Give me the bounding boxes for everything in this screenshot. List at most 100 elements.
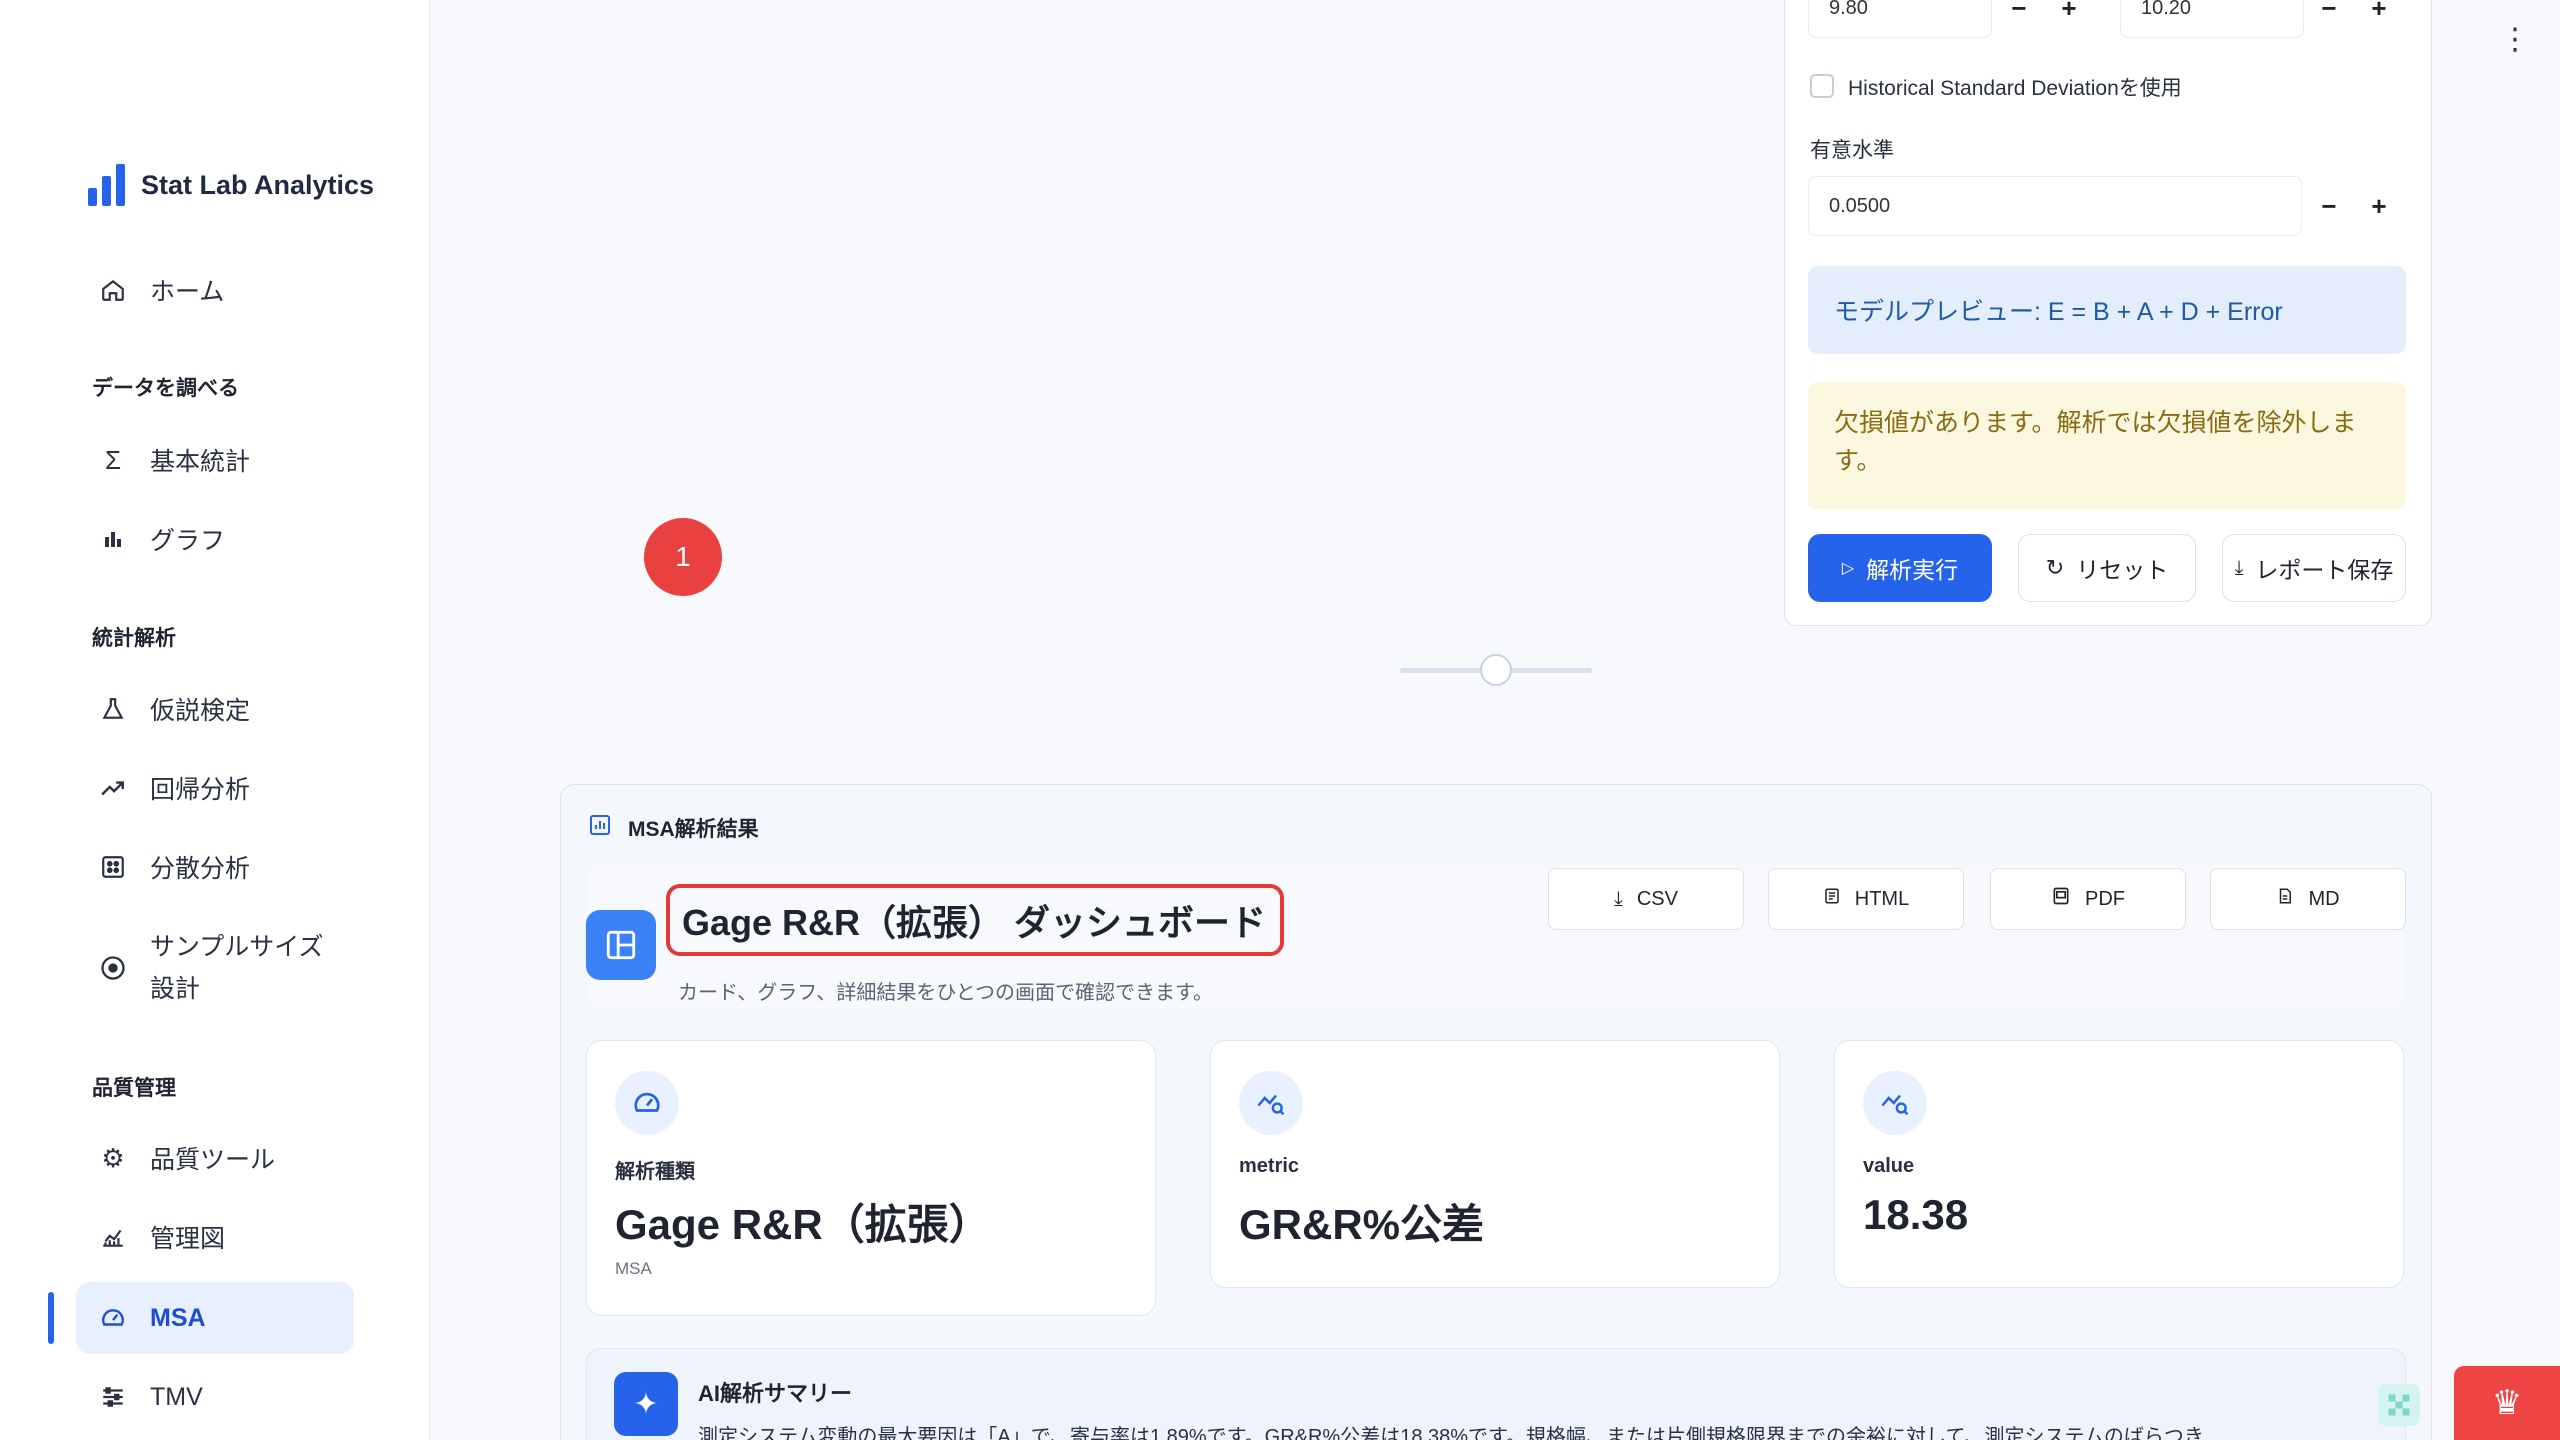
historical-sd-label: Historical Standard Deviationを使用 bbox=[1848, 77, 2182, 100]
results-header-label: MSA解析結果 bbox=[628, 818, 759, 841]
sidebar-item-label: 仮説検定 bbox=[150, 697, 251, 725]
save-report-button[interactable]: ⤓ レポート保存 bbox=[2222, 534, 2406, 602]
lsl-input[interactable]: 9.80 bbox=[1808, 0, 1992, 38]
section-title-quality: 品質管理 bbox=[92, 1077, 176, 1100]
alpha-stepper: − + bbox=[2304, 181, 2404, 231]
lsl-stepper: − + bbox=[1994, 0, 2094, 33]
run-analysis-label: 解析実行 bbox=[1866, 557, 1959, 583]
increment-button[interactable]: + bbox=[2044, 0, 2094, 33]
metric-card-metric: metric GR&R%公差 bbox=[1210, 1040, 1780, 1288]
download-icon: ⤓ bbox=[2234, 556, 2244, 579]
sidebar-item-label: MSA bbox=[150, 1303, 206, 1332]
sparkles-icon: ✦ bbox=[614, 1372, 678, 1436]
metric-value: GR&R%公差 bbox=[1239, 1201, 1485, 1248]
sidebar-item-tmv[interactable]: TMV bbox=[76, 1361, 354, 1433]
export-md-button[interactable]: MD bbox=[2210, 868, 2406, 930]
dashboard-subtitle: カード、グラフ、詳細結果をひとつの画面で確認できます。 bbox=[678, 982, 1213, 1004]
decrement-button[interactable]: − bbox=[2304, 181, 2354, 231]
sidebar-item-control-chart[interactable]: 管理図 bbox=[76, 1201, 354, 1273]
chart-icon bbox=[588, 813, 612, 843]
sidebar-item-regression[interactable]: 回帰分析 bbox=[76, 752, 354, 824]
sidebar-item-label: ホーム bbox=[150, 278, 225, 306]
export-html-button[interactable]: HTML bbox=[1768, 868, 1964, 930]
metric-sub: MSA bbox=[615, 1259, 652, 1278]
dashboard-title: Gage R&R（拡張） ダッシュボード bbox=[666, 884, 1284, 956]
sidebar-item-home[interactable]: ホーム bbox=[76, 254, 354, 326]
bar-chart-logo-icon bbox=[88, 164, 125, 206]
missing-value-warning: 欠損値があります。解析では欠損値を除外します。 bbox=[1808, 382, 2406, 510]
export-csv-label: CSV bbox=[1636, 887, 1678, 910]
gear-icon: ⚙ bbox=[101, 1142, 125, 1173]
brand-logo[interactable]: Stat Lab Analytics bbox=[88, 164, 374, 206]
export-md-label: MD bbox=[2308, 887, 2340, 910]
sidebar-item-quality-tools[interactable]: ⚙ 品質ツール bbox=[76, 1122, 354, 1194]
crown-icon[interactable]: ♛ bbox=[2454, 1366, 2560, 1440]
sliders-icon bbox=[98, 1382, 128, 1412]
gauge-icon bbox=[615, 1071, 679, 1135]
metric-value: 18.38 bbox=[1863, 1191, 1969, 1238]
image-file-icon bbox=[2051, 886, 2071, 912]
sidebar-item-label-line1: サンプルサイズ bbox=[150, 933, 324, 961]
sidebar-item-label: 分散分析 bbox=[150, 855, 251, 883]
sidebar-item-hypothesis[interactable]: 仮説検定 bbox=[76, 673, 354, 745]
more-vertical-icon[interactable]: ⋮ bbox=[2500, 25, 2530, 55]
increment-button[interactable]: + bbox=[2354, 0, 2404, 33]
trending-up-icon bbox=[98, 773, 128, 803]
play-icon: ▷ bbox=[1841, 560, 1855, 577]
sidebar-item-label: TMV bbox=[150, 1382, 203, 1411]
export-pdf-button[interactable]: PDF bbox=[1990, 868, 2186, 930]
section-title-explore: データを調べる bbox=[92, 377, 239, 400]
sidebar-item-label: 基本統計 bbox=[150, 448, 251, 476]
usl-input[interactable]: 10.20 bbox=[2120, 0, 2304, 38]
metric-card-value: value 18.38 bbox=[1834, 1040, 2404, 1288]
increment-button[interactable]: + bbox=[2354, 181, 2404, 231]
export-html-label: HTML bbox=[1854, 887, 1910, 910]
reset-button[interactable]: ↻ リセット bbox=[2018, 534, 2196, 602]
metric-card-analysis-type: 解析種類 Gage R&R（拡張） MSA bbox=[586, 1040, 1156, 1316]
step-number-badge: 1 bbox=[644, 518, 722, 596]
download-icon: ⤓ bbox=[1614, 887, 1623, 910]
alpha-value: 0.0500 bbox=[1829, 194, 1891, 217]
home-icon bbox=[98, 275, 128, 305]
sidebar-item-basic-stats[interactable]: Σ 基本統計 bbox=[76, 424, 354, 496]
sidebar-item-graph[interactable]: グラフ bbox=[76, 503, 354, 575]
sidebar: Stat Lab Analytics ホーム データを調べる Σ 基本統計 グラ… bbox=[0, 0, 430, 1440]
historical-sd-checkbox[interactable] bbox=[1810, 74, 1834, 98]
export-csv-button[interactable]: ⤓ CSV bbox=[1548, 868, 1744, 930]
sidebar-item-anova[interactable]: 分散分析 bbox=[76, 831, 354, 903]
reset-label: リセット bbox=[2076, 557, 2169, 583]
flask-icon bbox=[98, 694, 128, 724]
bar-chart-icon bbox=[98, 524, 128, 554]
gauge-icon bbox=[98, 1303, 128, 1333]
sidebar-item-sample-size[interactable]: サンプルサイズ 設計 bbox=[76, 918, 354, 1018]
refresh-icon: ↻ bbox=[2045, 555, 2065, 580]
alpha-input[interactable]: 0.0500 bbox=[1808, 176, 2302, 236]
chart-search-icon bbox=[1863, 1071, 1927, 1135]
alpha-label: 有意水準 bbox=[1810, 139, 1894, 162]
sidebar-item-label: 回帰分析 bbox=[150, 776, 251, 804]
save-report-label: レポート保存 bbox=[2255, 557, 2394, 583]
sidebar-item-label: サンプルサイズ 設計 bbox=[150, 926, 324, 1010]
brand-name: Stat Lab Analytics bbox=[141, 169, 375, 200]
metric-label: metric bbox=[1239, 1155, 1300, 1177]
decrement-button[interactable]: − bbox=[1994, 0, 2044, 33]
decrement-button[interactable]: − bbox=[2304, 0, 2354, 33]
sidebar-item-label-line2: 設計 bbox=[150, 975, 201, 1003]
sigma-icon: Σ bbox=[104, 444, 122, 475]
run-analysis-button[interactable]: ▷ 解析実行 bbox=[1808, 534, 1992, 602]
chart-line-icon bbox=[98, 1222, 128, 1252]
metric-value: Gage R&R（拡張） bbox=[615, 1201, 991, 1248]
sidebar-item-label: グラフ bbox=[150, 527, 226, 555]
panel-resize-handle[interactable] bbox=[1480, 654, 1512, 686]
lsl-value: 9.80 bbox=[1829, 0, 1868, 19]
usl-stepper: − + bbox=[2304, 0, 2404, 33]
ai-summary-title: AI解析サマリー bbox=[698, 1381, 853, 1406]
usl-value: 10.20 bbox=[2141, 0, 2192, 19]
sidebar-item-msa[interactable]: MSA bbox=[76, 1282, 354, 1354]
layout-icon bbox=[586, 910, 656, 980]
file-text-icon bbox=[2276, 886, 2294, 912]
model-preview-box: モデルプレビュー: E = B + A + D + Error bbox=[1808, 266, 2406, 354]
metric-label: 解析種類 bbox=[615, 1161, 695, 1183]
export-pdf-label: PDF bbox=[2085, 887, 2125, 910]
assistant-avatar-icon[interactable] bbox=[2378, 1384, 2420, 1426]
